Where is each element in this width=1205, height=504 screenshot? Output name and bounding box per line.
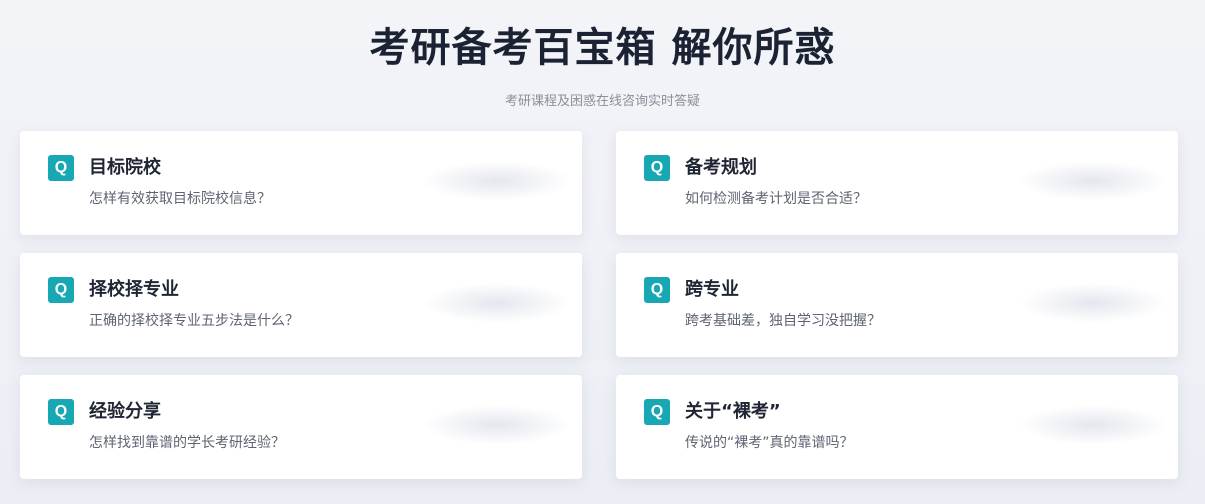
page-subtitle: 考研课程及困惑在线咨询实时答疑	[504, 94, 700, 109]
q-icon: Q	[644, 155, 670, 181]
page: 考研备考百宝箱 解你所惑 考研课程及困惑在线咨询实时答疑 Q 目标院校 怎样有效…	[0, 0, 1205, 504]
card-description: 怎样有效获取目标院校信息？	[89, 191, 271, 207]
card-decoration	[422, 405, 572, 445]
card-title: 关于“裸考”	[685, 401, 781, 422]
card-title: 择校择专业	[89, 279, 179, 300]
page-title: 考研备考百宝箱 解你所惑	[369, 25, 836, 71]
faq-card-cross-major[interactable]: Q 跨专业 跨考基础差，独自学习没把握？	[616, 253, 1178, 357]
card-decoration	[1018, 283, 1168, 323]
card-decoration	[422, 161, 572, 201]
card-description: 怎样找到靠谱的学长考研经验？	[89, 435, 285, 451]
card-description: 传说的“裸考”真的靠谱吗？	[685, 435, 854, 451]
q-icon: Q	[48, 155, 74, 181]
card-decoration	[1018, 161, 1168, 201]
card-description: 如何检测备考计划是否合适？	[685, 191, 867, 207]
faq-card-experience[interactable]: Q 经验分享 怎样找到靠谱的学长考研经验？	[20, 375, 582, 479]
card-title: 跨专业	[685, 279, 739, 300]
q-icon: Q	[644, 399, 670, 425]
card-description: 正确的择校择专业五步法是什么？	[89, 313, 299, 329]
faq-card-study-plan[interactable]: Q 备考规划 如何检测备考计划是否合适？	[616, 131, 1178, 235]
faq-card-choose-major[interactable]: Q 择校择专业 正确的择校择专业五步法是什么？	[20, 253, 582, 357]
card-title: 经验分享	[89, 401, 161, 422]
faq-card-target-school[interactable]: Q 目标院校 怎样有效获取目标院校信息？	[20, 131, 582, 235]
card-title: 备考规划	[685, 157, 757, 178]
card-decoration	[422, 283, 572, 323]
q-icon: Q	[644, 277, 670, 303]
q-icon: Q	[48, 277, 74, 303]
card-description: 跨考基础差，独自学习没把握？	[685, 313, 881, 329]
faq-card-bare-exam[interactable]: Q 关于“裸考” 传说的“裸考”真的靠谱吗？	[616, 375, 1178, 479]
card-title: 目标院校	[89, 157, 161, 178]
card-decoration	[1018, 405, 1168, 445]
q-icon: Q	[48, 399, 74, 425]
